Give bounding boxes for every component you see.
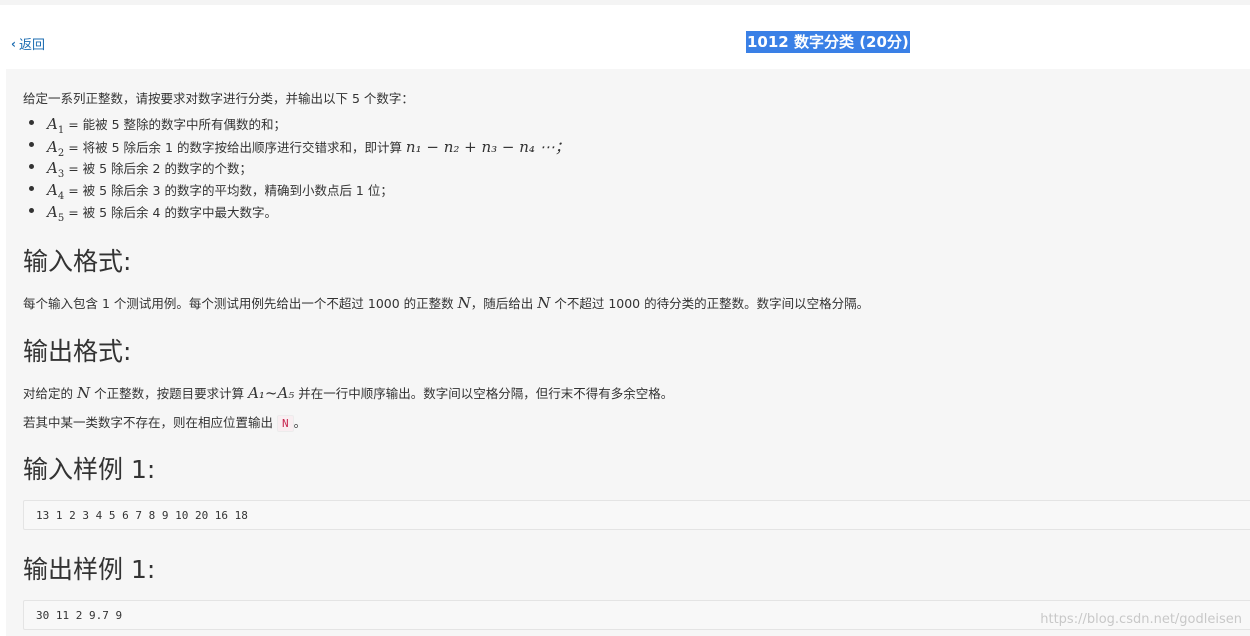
sample-input-heading: 输入样例 1: xyxy=(23,455,156,484)
sample-input-code[interactable]: 13 1 2 3 4 5 6 7 8 9 10 20 16 18 xyxy=(23,500,1250,530)
list-item: A1 = 能被 5 整除的数字中所有偶数的和； xyxy=(28,115,287,136)
input-format-text: 每个输入包含 1 个测试用例。每个测试用例先给出一个不超过 1000 的正整数 … xyxy=(23,294,870,312)
sample-output-heading: 输出样例 1: xyxy=(23,555,156,584)
list-item: A3 = 被 5 除后余 2 的数字的个数； xyxy=(29,159,252,180)
list-item: A2 = 将被 5 除后余 1 的数字按给出顺序进行交错求和，即计算 n₁ − … xyxy=(29,138,570,159)
top-bar xyxy=(0,0,1250,5)
problem-title: 1012 数字分类 (20分) xyxy=(746,31,910,53)
list-item: A4 = 被 5 除后余 3 的数字的平均数，精确到小数点后 1 位； xyxy=(29,181,393,202)
watermark: https://blog.csdn.net/godleisen xyxy=(1040,612,1242,627)
problem-panel: 给定一系列正整数，请按要求对数字进行分类，并输出以下 5 个数字： A1 = 能… xyxy=(6,69,1250,636)
back-link[interactable]: ‹ 返回 xyxy=(11,34,45,54)
chevron-left-icon: ‹ xyxy=(11,36,16,51)
problem-intro: 给定一系列正整数，请按要求对数字进行分类，并输出以下 5 个数字： xyxy=(23,91,414,106)
back-label: 返回 xyxy=(18,38,45,53)
output-format-heading: 输出格式: xyxy=(23,337,132,366)
list-item: A5 = 被 5 除后余 4 的数字中最大数字。 xyxy=(29,203,277,224)
inline-code: N xyxy=(276,415,294,432)
output-format-text: 对给定的 N 个正整数，按题目要求计算 A₁~A₅ 并在一行中顺序输出。数字间以… xyxy=(23,384,674,402)
output-format-note: 若其中某一类数字不存在，则在相应位置输出 N。 xyxy=(23,415,307,432)
input-format-heading: 输入格式: xyxy=(23,247,132,276)
